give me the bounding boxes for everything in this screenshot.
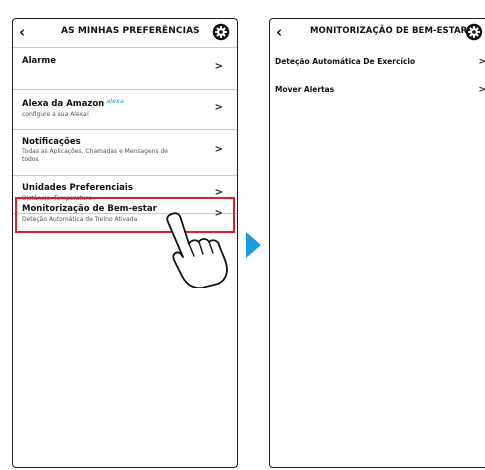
list-item-subtitle-continued: todos <box>22 156 39 163</box>
page-title: AS MINHAS PREFERÊNCIAS <box>61 26 200 36</box>
chevron-right-icon: > <box>214 61 223 72</box>
list-item-label: Alexa da Amazon alexa <box>22 97 124 109</box>
list-item-label: Deteção Automática De Exercício <box>275 57 416 66</box>
chevron-right-icon: > <box>478 85 485 95</box>
list-item-subtitle: configure a sua Alexa! <box>22 111 90 118</box>
navigation-arrow-icon <box>246 232 261 258</box>
list-item-label: Notificações <box>22 137 81 147</box>
alexa-logo-icon: alexa <box>106 97 124 105</box>
gear-icon[interactable] <box>465 23 483 41</box>
list-item-subtitle: Todas as Aplicações, Chamadas e Mensagen… <box>22 148 168 155</box>
list-item-label: Monitorização de Bem-estar <box>22 204 157 214</box>
pointing-hand-icon <box>166 212 228 288</box>
list-item-subtitle: Deteção Automática de Treino Ativada <box>22 216 138 223</box>
list-item-auto-exercise-detection[interactable]: Deteção Automática De Exercício > <box>270 47 485 77</box>
gear-icon[interactable] <box>212 23 230 41</box>
back-button[interactable]: ‹ <box>19 23 25 41</box>
list-item-label: Unidades Preferenciais <box>22 183 133 193</box>
page-title: MONITORIZAÇÃO DE BEM-ESTAR <box>310 26 468 36</box>
list-item-alarm[interactable]: Alarme > <box>13 47 237 90</box>
chevron-right-icon: > <box>478 57 485 67</box>
list-item-notifications[interactable]: Notificações Todas as Aplicações, Chamad… <box>13 129 237 176</box>
preferences-header: ‹ AS MINHAS PREFERÊNCIAS <box>13 19 237 48</box>
list-item-move-alerts[interactable]: Mover Alertas > <box>270 77 485 103</box>
list-item-label: Mover Alertas <box>275 85 335 94</box>
back-button[interactable]: ‹ <box>276 23 282 41</box>
wellness-monitoring-screen: ‹ MONITORIZAÇÃO DE BEM-ESTAR Deteção Aut… <box>269 18 485 468</box>
list-item-alexa[interactable]: Alexa da Amazon alexa configure a sua Ale… <box>13 89 237 130</box>
chevron-right-icon: > <box>214 144 223 155</box>
alexa-label-text: Alexa da Amazon <box>22 99 105 109</box>
chevron-right-icon: > <box>214 102 223 113</box>
wellness-header: ‹ MONITORIZAÇÃO DE BEM-ESTAR <box>270 19 485 47</box>
list-item-label: Alarme <box>22 56 57 66</box>
